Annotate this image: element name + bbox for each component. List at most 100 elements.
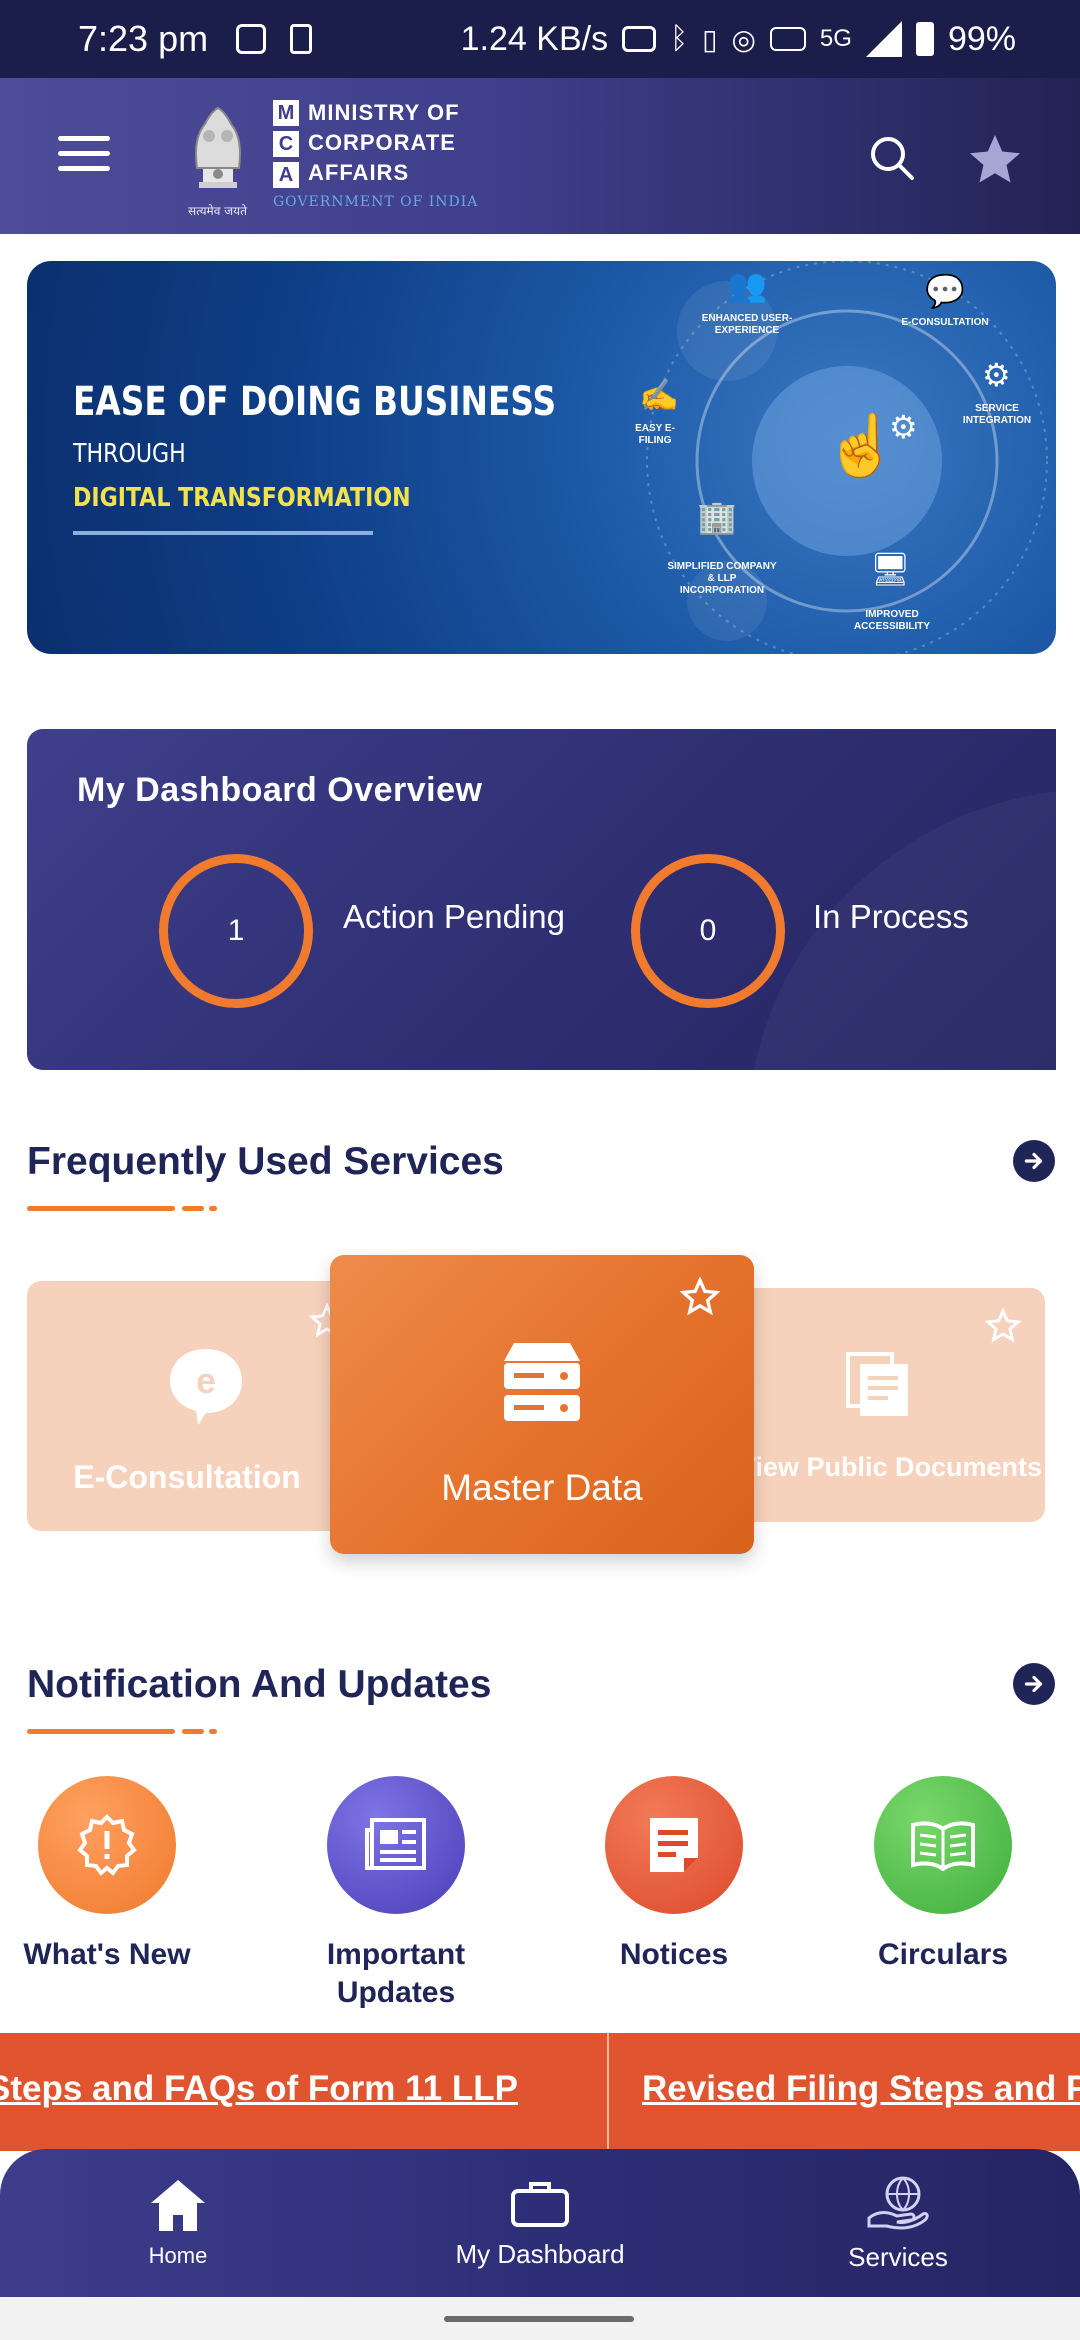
arrow-right-icon [1024, 1152, 1043, 1170]
newspaper-icon [365, 1818, 426, 1870]
alert-badge-icon [77, 1814, 137, 1876]
nav-services-label: Services [848, 2241, 948, 2272]
notices-label: Notices [619, 1938, 729, 1971]
nav-home-label: Home [148, 2243, 208, 2268]
whats-new-label: What's New [23, 1938, 191, 1971]
ticker-link-2[interactable]: Revised Filing Steps and FAQs of Form 11… [642, 2069, 1080, 2109]
service-card-master-data[interactable]: Master Data [330, 1255, 754, 1554]
open-book-icon [911, 1821, 975, 1871]
dashboard-title: My Dashboard Overview [77, 771, 483, 809]
ticker-link-1[interactable]: Revised Filing Steps and FAQs of Form 11… [0, 2069, 518, 2109]
chat-icon: 💬 [925, 273, 965, 309]
feature-incorporation: SIMPLIFIED COMPANY & LLP INCORPORATION [667, 561, 777, 596]
notifications-section-title: Notification And Updates [27, 1663, 492, 1706]
battery-level: 99% [947, 19, 1016, 58]
logo-line-3: AFFAIRS [308, 160, 410, 185]
volte-icon [769, 27, 806, 51]
action-pending-count[interactable]: 1 [159, 854, 313, 1008]
svg-text:e: e [196, 1360, 216, 1401]
nav-home[interactable]: Home [78, 2149, 278, 2297]
logo-letter-a: A [273, 162, 299, 188]
news-ticker: Revised Filing Steps and FAQs of Form 11… [0, 2033, 1080, 2151]
service-label-master-data: Master Data [441, 1467, 643, 1508]
arrow-right-icon [1024, 1675, 1043, 1693]
banner-divider [73, 531, 373, 535]
circulars-badge [874, 1776, 1012, 1914]
feature-e-filing: EASY E-FILING [635, 423, 675, 446]
logo-subtitle: GOVERNMENT OF INDIA [273, 194, 479, 210]
mca-logo-letters: M C A [273, 100, 299, 188]
sync-icon [290, 24, 313, 54]
banner-subtitle: DIGITAL TRANSFORMATION [73, 483, 411, 513]
network-type: 5G [819, 25, 852, 52]
service-label-e-consultation: E-Consultation [73, 1459, 301, 1495]
users-icon: 👥 [727, 267, 767, 303]
action-pending-label[interactable]: Action Pending [343, 898, 565, 936]
signal-icon [865, 21, 902, 57]
documents-icon [846, 1352, 908, 1416]
circulars-label: Circulars [877, 1938, 1009, 1971]
e-consultation-icon: e [170, 1349, 242, 1425]
service-card-public-documents[interactable]: View Public Documents [735, 1288, 1045, 1522]
nav-my-dashboard-label: My Dashboard [455, 2238, 625, 2269]
important-updates-badge [327, 1776, 465, 1914]
battery-icon [915, 22, 934, 56]
menu-icon[interactable] [58, 136, 110, 172]
server-icon [504, 1343, 580, 1421]
notification-important-updates[interactable]: Important Updates [296, 1776, 496, 2012]
services-globe-hand-icon [867, 2176, 929, 2229]
notices-badge [605, 1776, 743, 1914]
building-icon: 🏢 [697, 499, 737, 535]
e-filing-icon: ✍ [639, 377, 679, 413]
promo-banner[interactable]: EASE OF DOING BUSINESS THROUGH DIGITAL T… [27, 261, 1056, 654]
favorite-star-icon[interactable] [680, 1277, 720, 1317]
notification-whats-new[interactable]: What's New [7, 1776, 207, 1974]
integration-gears-icon: ⚙ [982, 357, 1011, 393]
home-icon [151, 2180, 205, 2231]
in-process-count[interactable]: 0 [631, 854, 785, 1008]
net-speed: 1.24 KB/s [460, 19, 609, 58]
status-bar: 7:23 pm 1.24 KB/s ᛒ ▯ ◎ 5G 99% [0, 0, 1080, 78]
bluetooth-icon: ᛒ [670, 22, 689, 55]
logo-letter-m: M [273, 100, 299, 126]
important-updates-label: Important Updates [326, 1938, 466, 2009]
notification-circulars[interactable]: Circulars [843, 1776, 1043, 1974]
dashboard-overview-card[interactable]: My Dashboard Overview 1 Action Pending 0… [27, 729, 1056, 1070]
feature-user-experience: ENHANCED USER-EXPERIENCE [701, 313, 793, 336]
banner-through: THROUGH [73, 439, 186, 469]
services-see-all-button[interactable] [1013, 1140, 1055, 1182]
whats-new-badge [38, 1776, 176, 1914]
national-emblem-icon [195, 106, 241, 188]
services-section-title: Frequently Used Services [27, 1140, 504, 1183]
notifications-see-all-button[interactable] [1013, 1663, 1055, 1705]
favorites-star-icon[interactable] [962, 130, 1028, 190]
bottom-navigation: Home My Dashboard Services [0, 2149, 1080, 2297]
logo-letter-c: C [273, 131, 299, 157]
logo-line-1: MINISTRY OF [308, 100, 460, 125]
feature-e-consultation: E-CONSULTATION [901, 317, 989, 328]
app-header: सत्यमेव जयते M C A MINISTRY OF CORPORATE… [0, 78, 1080, 234]
status-time: 7:23 pm [78, 18, 209, 59]
hd-icon [622, 26, 657, 52]
gear-icon: ⚙ [889, 409, 918, 445]
devices-icon: 🖥 [870, 551, 911, 587]
logo-line-2: CORPORATE [308, 130, 456, 155]
in-process-label[interactable]: In Process [813, 898, 969, 936]
gesture-handle[interactable] [444, 2316, 634, 2322]
notice-document-icon [650, 1818, 698, 1872]
mca-logo-text: MINISTRY OF CORPORATE AFFAIRS [308, 98, 460, 188]
ticker-separator [607, 2033, 609, 2151]
banner-title: EASE OF DOING BUSINESS [73, 379, 557, 425]
feature-accessibility: IMPROVED ACCESSIBILITY [853, 609, 931, 632]
service-card-e-consultation[interactable]: e E-Consultation [27, 1281, 347, 1531]
feature-service-integration: SERVICE INTEGRATION [962, 403, 1032, 426]
teams-icon [236, 24, 267, 54]
notification-notices[interactable]: Notices [574, 1776, 774, 1974]
hotspot-icon: ◎ [731, 23, 756, 55]
service-label-public-documents: View Public Documents [737, 1452, 1043, 1482]
favorite-star-icon[interactable] [985, 1308, 1021, 1344]
nav-services[interactable]: Services [798, 2149, 998, 2297]
nav-my-dashboard[interactable]: My Dashboard [440, 2149, 640, 2297]
search-icon[interactable] [868, 134, 916, 182]
emblem-caption: सत्यमेव जयते [188, 204, 247, 218]
